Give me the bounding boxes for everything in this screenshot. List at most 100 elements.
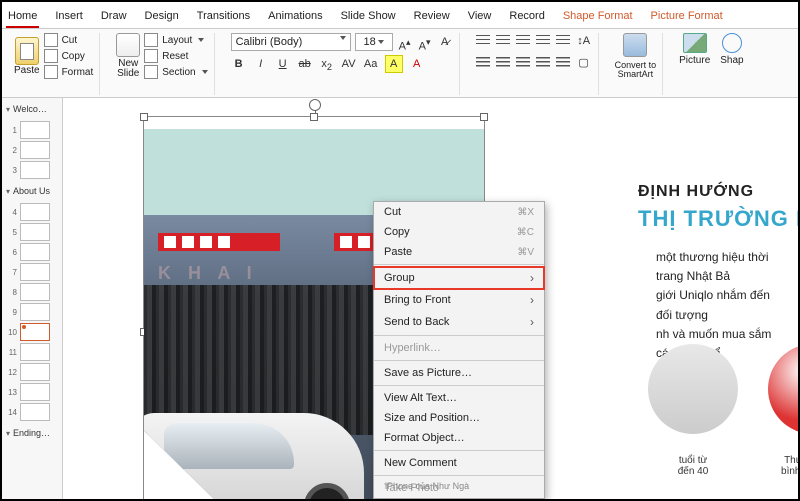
numbering-button[interactable]: [496, 35, 510, 47]
slide-thumb[interactable]: 13: [2, 382, 62, 402]
font-color-button[interactable]: A: [409, 56, 425, 72]
section-welcome[interactable]: ▾Welco…: [2, 98, 62, 120]
ctx-label: Cut: [384, 206, 401, 218]
slide-canvas[interactable]: ĐỊNH HƯỚNG THỊ TRƯỜNG MỤC T một thương h…: [63, 98, 798, 499]
layout-button[interactable]: Layout: [144, 33, 207, 47]
tab-record[interactable]: Record: [507, 6, 546, 28]
ctx-cut[interactable]: Cut⌘X: [374, 202, 544, 222]
section-label: Welco…: [13, 104, 47, 114]
align-center-button[interactable]: [496, 57, 510, 69]
bullets-button[interactable]: [476, 35, 490, 47]
thumbnail: [20, 323, 50, 341]
tab-home[interactable]: Home: [6, 6, 39, 28]
align-right-button[interactable]: [516, 57, 530, 69]
tab-insert[interactable]: Insert: [53, 6, 85, 28]
section-about[interactable]: ▾About Us: [2, 180, 62, 202]
slide-thumb[interactable]: 7: [2, 262, 62, 282]
slide-thumb[interactable]: 3: [2, 160, 62, 180]
change-case-button[interactable]: Aa: [363, 56, 379, 72]
italic-button[interactable]: I: [253, 56, 269, 72]
resize-handle[interactable]: [140, 113, 148, 121]
ctx-format-object[interactable]: Format Object…: [374, 428, 544, 448]
separator: [374, 475, 544, 476]
tab-design[interactable]: Design: [143, 6, 181, 28]
tab-shape-format[interactable]: Shape Format: [561, 6, 635, 28]
font-size-select[interactable]: 18: [355, 33, 393, 51]
indent-increase-button[interactable]: [536, 35, 550, 47]
ctx-size-position[interactable]: Size and Position…: [374, 408, 544, 428]
ctx-save-picture[interactable]: Save as Picture…: [374, 363, 544, 383]
ctx-copy[interactable]: Copy⌘C: [374, 222, 544, 242]
tab-picture-format[interactable]: Picture Format: [649, 6, 725, 28]
decrease-font-button[interactable]: A▾: [417, 34, 433, 50]
slide-number: 8: [5, 288, 17, 297]
picture-icon[interactable]: [683, 33, 707, 53]
cut-button[interactable]: Cut: [44, 33, 94, 47]
ctx-label: Save as Picture…: [384, 367, 472, 379]
new-slide-icon[interactable]: [116, 33, 140, 57]
slide-thumb[interactable]: 10: [2, 322, 62, 342]
line-spacing-button[interactable]: [556, 35, 570, 47]
format-painter-button[interactable]: Format: [44, 65, 94, 79]
slide-number: 11: [5, 348, 17, 357]
align-left-button[interactable]: [476, 57, 490, 69]
align-text-button[interactable]: ▢: [576, 55, 592, 71]
slide-thumb[interactable]: 14: [2, 402, 62, 422]
ctx-paste[interactable]: Paste⌘V: [374, 242, 544, 262]
text-shadow-button[interactable]: AV: [341, 56, 357, 72]
slide-thumb[interactable]: 8: [2, 282, 62, 302]
bold-button[interactable]: B: [231, 56, 247, 72]
ctx-alt-text[interactable]: View Alt Text…: [374, 388, 544, 408]
increase-font-button[interactable]: A▴: [397, 34, 413, 50]
tab-review[interactable]: Review: [412, 6, 452, 28]
font-size-value: 18: [363, 36, 375, 48]
text-direction-button[interactable]: ↕A: [576, 33, 592, 49]
tab-slideshow[interactable]: Slide Show: [339, 6, 398, 28]
slides-group: New Slide Layout Reset Section: [110, 33, 214, 95]
columns-button[interactable]: [556, 57, 570, 69]
clear-formatting-button[interactable]: A̷: [437, 34, 453, 50]
tab-view[interactable]: View: [466, 6, 494, 28]
paste-icon[interactable]: [15, 37, 39, 65]
resize-handle[interactable]: [310, 113, 318, 121]
slide-thumb[interactable]: 11: [2, 342, 62, 362]
strike-button[interactable]: ab: [297, 56, 313, 72]
ctx-group[interactable]: Group: [374, 267, 544, 289]
slide-thumb[interactable]: 6: [2, 242, 62, 262]
insert-group: Picture Shap: [673, 33, 749, 95]
caption: tuổi từ đến 40: [638, 455, 748, 477]
font-family-select[interactable]: Calibri (Body): [231, 33, 351, 51]
resize-handle[interactable]: [480, 113, 488, 121]
highlight-button[interactable]: A: [385, 55, 403, 73]
ctx-bring-front[interactable]: Bring to Front: [374, 289, 544, 311]
indent-decrease-button[interactable]: [516, 35, 530, 47]
subscript-button[interactable]: x2: [319, 56, 335, 72]
tab-transitions[interactable]: Transitions: [195, 6, 252, 28]
slide-thumb[interactable]: 2: [2, 140, 62, 160]
ctx-send-back[interactable]: Send to Back: [374, 311, 544, 333]
tab-animations[interactable]: Animations: [266, 6, 324, 28]
section-ending[interactable]: ▾Ending…: [2, 422, 62, 444]
justify-button[interactable]: [536, 57, 550, 69]
shapes-icon[interactable]: [722, 33, 742, 53]
section-icon: [144, 65, 158, 79]
ctx-new-comment[interactable]: New Comment: [374, 453, 544, 473]
underline-button[interactable]: U: [275, 56, 291, 72]
store-text: K H A I: [158, 263, 258, 284]
continuity-source-label: iPhone của Như Ngà: [385, 481, 469, 491]
slide-thumb[interactable]: 9: [2, 302, 62, 322]
slide-thumb[interactable]: 4: [2, 202, 62, 222]
slide-panel[interactable]: ▾Welco… 1 2 3 ▾About Us 4 5 6 7 8 9 10 1…: [2, 98, 63, 499]
rotate-handle[interactable]: [309, 99, 321, 111]
section-button[interactable]: Section: [144, 65, 207, 79]
slide-thumb[interactable]: 5: [2, 222, 62, 242]
slide-thumb[interactable]: 12: [2, 362, 62, 382]
copy-button[interactable]: Copy: [44, 49, 94, 63]
slide-number: 4: [5, 208, 17, 217]
smartart-icon[interactable]: [623, 33, 647, 57]
text-line: giới Uniqlo nhắm đến đối tượng: [656, 286, 788, 324]
slide-thumb[interactable]: 1: [2, 120, 62, 140]
reset-button[interactable]: Reset: [144, 49, 207, 63]
slide-number: 10: [5, 328, 17, 337]
tab-draw[interactable]: Draw: [99, 6, 129, 28]
